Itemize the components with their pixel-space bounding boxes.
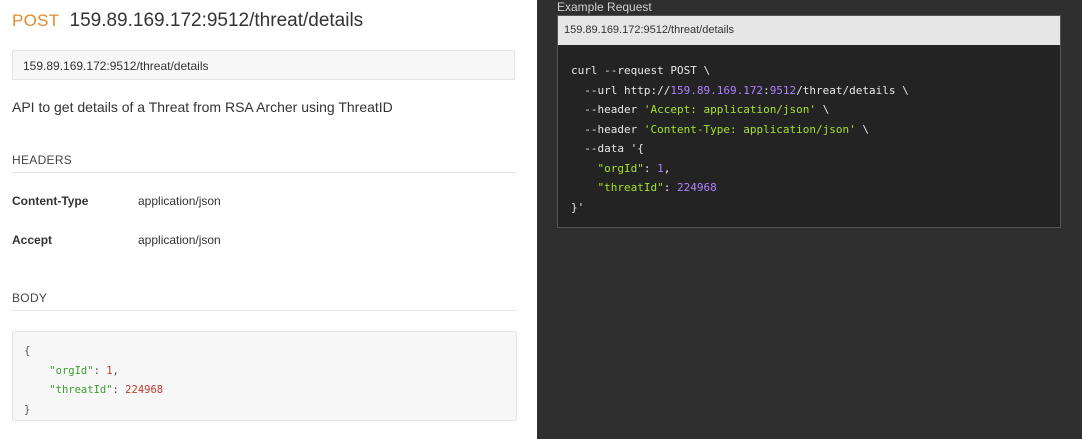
code-line: }': [571, 200, 585, 214]
header-key-accept: Accept: [12, 233, 53, 247]
header-value-content-type: application/json: [138, 194, 221, 208]
code-host: 159.89.169.172: [670, 83, 764, 97]
code-key: "orgId": [597, 161, 644, 175]
json-value-threatid: 224968: [125, 384, 164, 396]
code-token: :: [763, 83, 770, 97]
json-sep: :: [112, 384, 126, 396]
code-token: \: [855, 122, 870, 136]
json-sep: :: [93, 364, 107, 377]
code-token: ,: [663, 161, 671, 175]
json-comma: ,: [112, 364, 119, 377]
json-brace-close: }: [24, 403, 31, 416]
example-request-panel: Example Request 159.89.169.172:9512/thre…: [537, 0, 1082, 439]
request-title: POST 159.89.169.172:9512/threat/details: [12, 10, 363, 36]
code-string: 'Content-Type: application/json': [643, 122, 856, 136]
json-brace-open: {: [24, 345, 31, 357]
json-key-threatid: "threatId": [49, 384, 113, 396]
code-token: :: [663, 181, 677, 194]
request-description: API to get details of a Threat from RSA …: [12, 99, 393, 115]
header-value-accept: application/json: [138, 233, 221, 247]
code-port: 9512: [769, 83, 797, 97]
code-token: --header: [571, 103, 644, 116]
code-line: --data '{: [571, 142, 644, 155]
example-request-label: Example Request: [557, 0, 652, 14]
code-token: :: [643, 161, 658, 175]
code-key: "threatId": [597, 181, 664, 194]
url-field[interactable]: 159.89.169.172:9512/threat/details: [12, 50, 515, 80]
code-line: curl --request POST \: [571, 64, 711, 77]
body-json-block: { "orgId": 1, "threatId": 224968 }: [12, 331, 517, 421]
endpoint-title: 159.89.169.172:9512/threat/details: [69, 10, 364, 31]
curl-code-block: curl --request POST \ --url http://159.8…: [557, 45, 1061, 228]
header-key-content-type: Content-Type: [12, 194, 89, 208]
request-doc-panel: POST 159.89.169.172:9512/threat/details …: [0, 0, 537, 439]
code-token: /threat/details \: [796, 83, 909, 97]
code-number: 1: [657, 161, 664, 175]
method-badge: POST: [12, 11, 60, 30]
code-token: --header: [571, 122, 644, 136]
headers-section-title: HEADERS: [12, 153, 516, 173]
body-section-title: BODY: [12, 291, 516, 311]
code-number: 224968: [676, 181, 717, 194]
code-string: 'Accept: application/json': [643, 103, 817, 116]
example-url-bar[interactable]: 159.89.169.172:9512/threat/details: [557, 15, 1061, 46]
code-token: \: [816, 103, 830, 116]
code-token: --url http://: [571, 83, 671, 97]
json-key-orgid: "orgId": [49, 364, 94, 377]
